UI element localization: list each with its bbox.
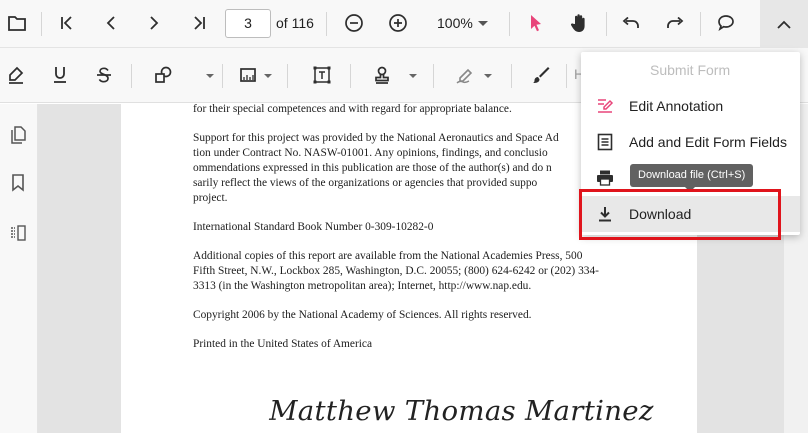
add-edit-form-fields-label: Add and Edit Form Fields [629, 134, 787, 150]
form-fields-icon [595, 132, 615, 152]
toolbar-separator [350, 64, 351, 88]
signature-icon[interactable] [455, 64, 477, 86]
toolbar-separator [287, 64, 288, 88]
signature-dropdown-icon[interactable] [484, 74, 492, 78]
bookmarks-icon[interactable] [7, 172, 29, 194]
ink-brush-icon[interactable] [530, 64, 552, 86]
zoom-dropdown-icon[interactable] [478, 21, 488, 26]
toolbar-separator [131, 64, 132, 88]
document-line: Additional copies of this report are ava… [193, 250, 583, 262]
toolbar-separator [222, 64, 223, 88]
toolbar-separator [433, 64, 434, 88]
toolbar-separator [326, 12, 327, 36]
stamp-dropdown-icon[interactable] [409, 74, 417, 78]
page-thumbnails-icon[interactable] [7, 124, 29, 146]
stamp-icon[interactable] [371, 64, 393, 86]
document-line: for their special competences and with r… [193, 104, 512, 115]
free-text-icon[interactable] [311, 64, 333, 86]
document-line: International Standard Book Number 0-309… [193, 221, 434, 233]
document-line: Fifth Street, N.W., Lockbox 285, Washing… [193, 265, 599, 277]
submit-form-label: Submit Form [650, 62, 731, 78]
document-line: Support for this project was provided by… [193, 132, 559, 144]
collapse-toolbar-button[interactable] [760, 0, 808, 48]
add-edit-form-fields-item[interactable]: Add and Edit Form Fields [581, 124, 800, 160]
zoom-out-icon[interactable] [343, 12, 365, 34]
document-line: sarily reflect the views of the organiza… [193, 177, 538, 189]
first-page-icon[interactable] [56, 12, 78, 34]
open-file-icon[interactable] [6, 12, 28, 34]
edit-annotation-label: Edit Annotation [629, 98, 724, 114]
previous-page-icon[interactable] [100, 12, 122, 34]
submit-form-item[interactable]: Submit Form [581, 52, 800, 88]
document-line: 3313 (in the Washington metropolitan are… [193, 280, 532, 292]
document-line: ommendations expressed in this publicati… [193, 162, 552, 174]
organize-pages-icon[interactable] [7, 222, 29, 244]
navigation-sidebar [0, 104, 38, 433]
document-line: project. [193, 192, 228, 204]
toolbar-separator [566, 64, 567, 88]
document-line: Printed in the United States of America [193, 338, 373, 350]
calibrate-icon[interactable] [237, 64, 259, 86]
toolbar-separator [509, 12, 510, 36]
selection-pointer-icon[interactable] [525, 12, 547, 34]
page-number-input[interactable]: 3 [225, 9, 271, 38]
undo-icon[interactable] [620, 12, 642, 34]
chevron-up-icon [773, 13, 795, 35]
strikethrough-icon[interactable] [93, 64, 115, 86]
toolbar-separator [700, 12, 701, 36]
download-highlight-box [579, 189, 781, 240]
toolbar-separator [41, 12, 42, 36]
shapes-icon[interactable] [153, 64, 175, 86]
highlight-pen-icon[interactable] [5, 64, 27, 86]
next-page-icon[interactable] [143, 12, 165, 34]
redo-icon[interactable] [664, 12, 686, 34]
comment-icon[interactable] [715, 12, 737, 34]
primary-toolbar: 3 of 116 100% [0, 0, 808, 48]
zoom-dropdown[interactable]: 100% [437, 15, 473, 31]
pan-hand-icon[interactable] [568, 12, 590, 34]
document-line: tion under Contract No. NASW-01001. Any … [193, 147, 548, 159]
underline-icon[interactable] [49, 64, 71, 86]
document-line: Copyright 2006 by the National Academy o… [193, 309, 532, 321]
handwritten-signature: Matthew Thomas Martinez [269, 396, 654, 427]
page-count-label: of 116 [276, 15, 314, 31]
calibrate-dropdown-icon[interactable] [264, 74, 272, 78]
toolbar-separator [606, 12, 607, 36]
shapes-dropdown-icon[interactable] [206, 74, 214, 78]
last-page-icon[interactable] [188, 12, 210, 34]
print-icon [595, 168, 615, 188]
zoom-in-icon[interactable] [387, 12, 409, 34]
toolbar-separator [511, 64, 512, 88]
edit-annotation-icon [595, 96, 615, 116]
edit-annotation-item[interactable]: Edit Annotation [581, 88, 800, 124]
download-tooltip: Download file (Ctrl+S) [630, 164, 754, 187]
